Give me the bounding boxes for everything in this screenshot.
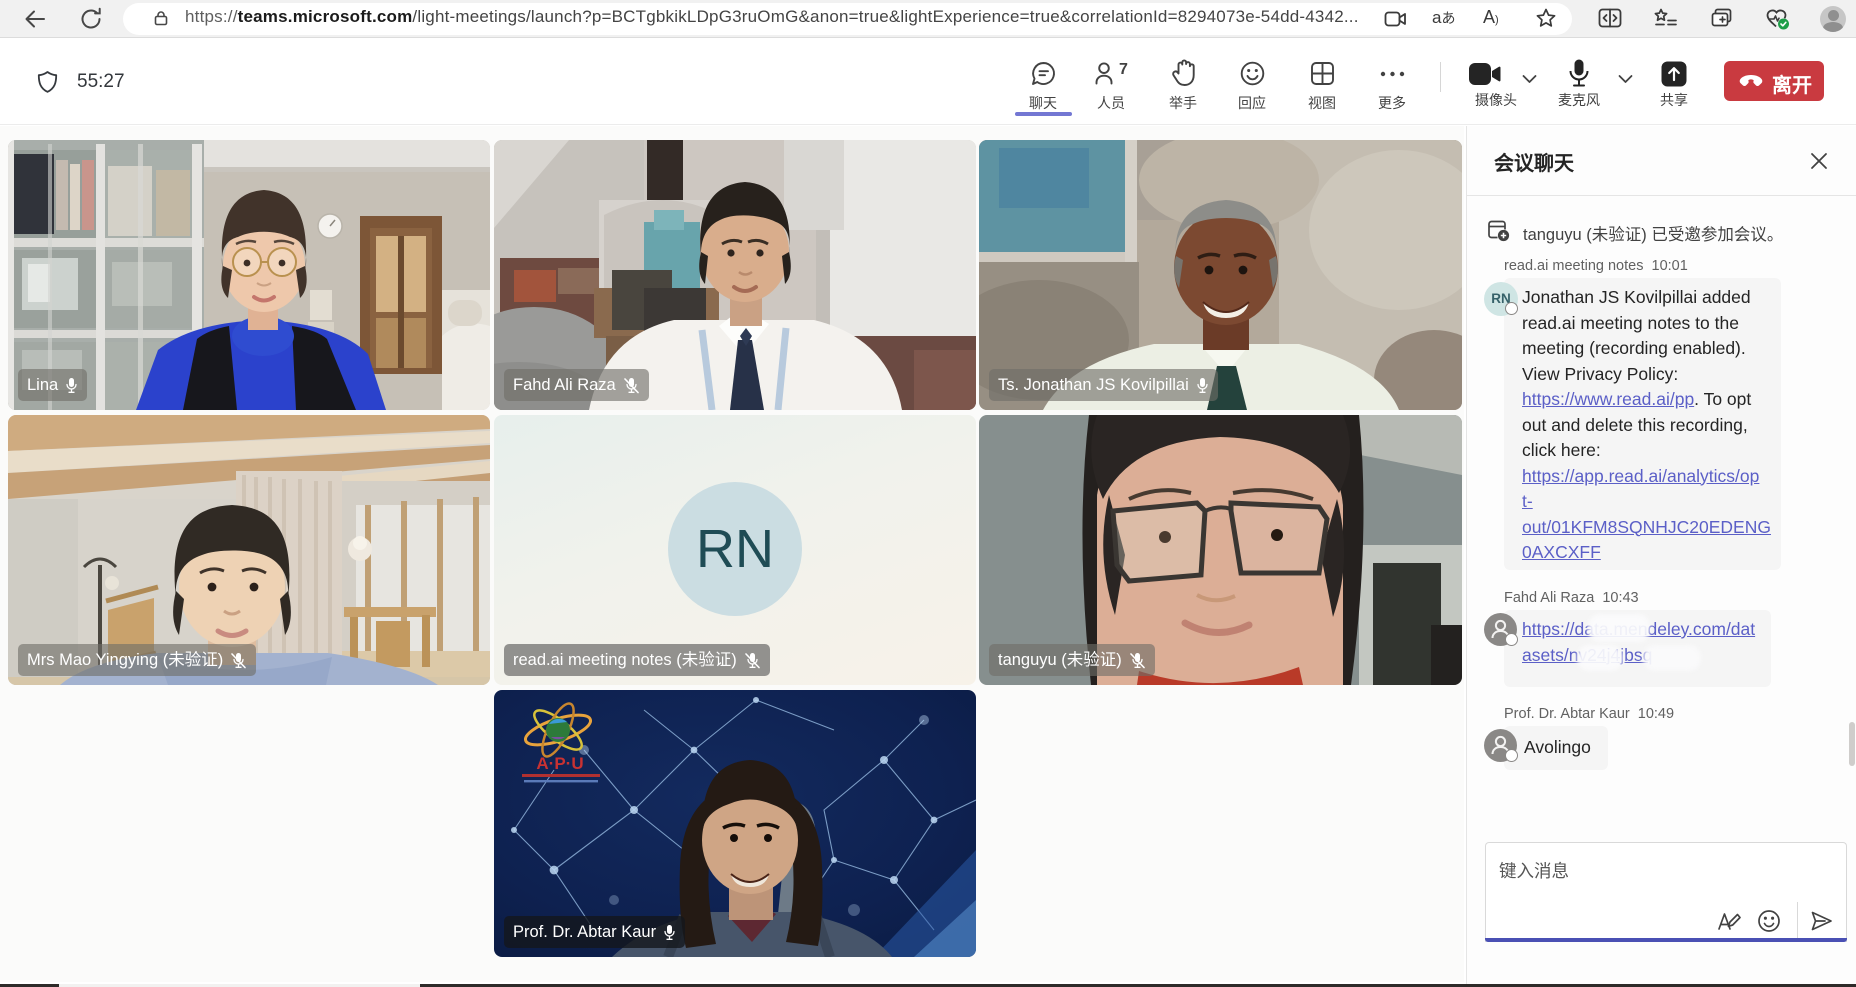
svg-text:A·P·U: A·P·U	[536, 754, 583, 773]
